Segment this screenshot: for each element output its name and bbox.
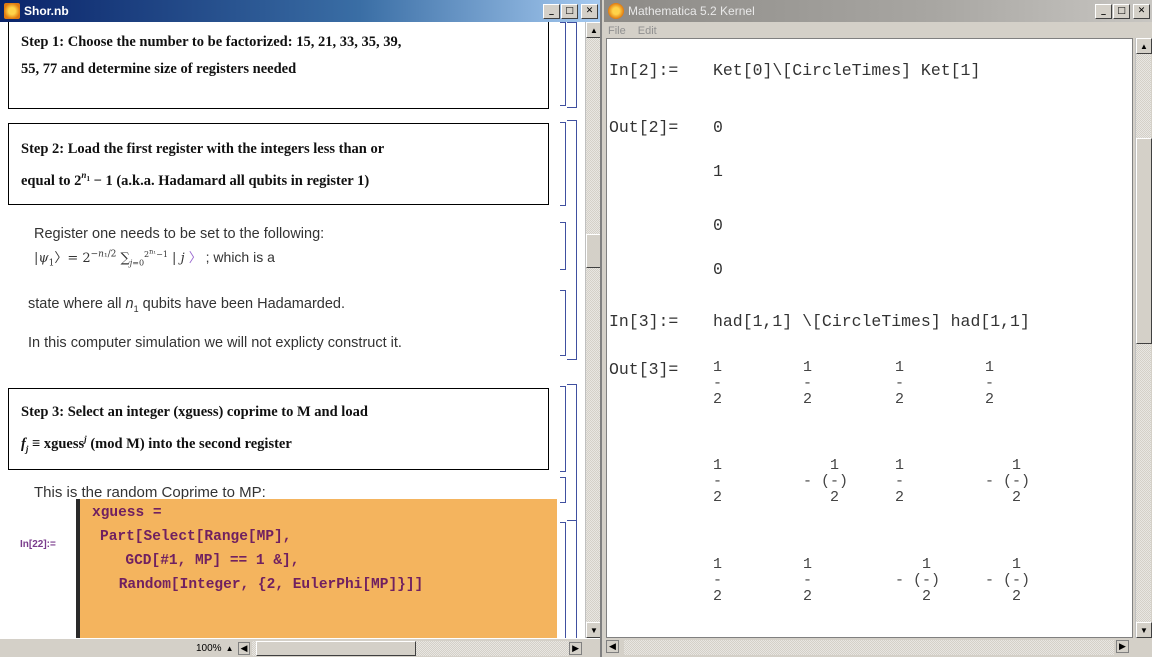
register-text-line3: state where all n1 qubits have been Hada… [28, 296, 345, 314]
mathematica-icon [4, 3, 20, 19]
code-line: Random[Integer, {2, EulerPhi[MP]}]] [110, 577, 424, 593]
kernel-title-bar[interactable]: Mathematica 5.2 Kernel _ □ ✕ [604, 0, 1152, 22]
group-bracket[interactable] [567, 22, 577, 108]
out2-value: 0 [713, 118, 723, 137]
notebook-window: Shor.nb _ □ ✕ Step 1: Choose the number … [0, 0, 602, 657]
hscroll-thumb[interactable] [256, 640, 417, 656]
cell-bracket[interactable] [560, 290, 566, 356]
mathematica-icon [608, 3, 624, 19]
out2-value: 1 [713, 162, 723, 181]
scroll-left-icon[interactable]: ◀ [606, 640, 619, 653]
matrix-entry: 1-2 [895, 457, 905, 506]
menu-file[interactable]: File [608, 25, 626, 37]
matrix-entry: 1-2 [985, 359, 995, 408]
cell-bracket[interactable] [560, 222, 566, 270]
out2-value: 0 [713, 260, 723, 279]
menu-edit[interactable]: Edit [638, 25, 657, 37]
step1-section-cell[interactable]: Step 1: Choose the number to be factoriz… [8, 22, 549, 109]
cell-bracket[interactable] [560, 522, 566, 638]
scroll-thumb[interactable] [1136, 138, 1152, 344]
zoom-control[interactable]: 100% ▲ ◀ [196, 641, 251, 655]
in2-expression: Ket[0]\[CircleTimes] Ket[1] [713, 61, 981, 80]
matrix-entry: 1-2 [713, 556, 723, 605]
step3-line1: Step 3: Select an integer (xguess) copri… [21, 404, 368, 420]
code-line: GCD[#1, MP] == 1 &], [108, 553, 300, 569]
group-bracket[interactable] [567, 120, 577, 360]
notebook-title-bar[interactable]: Shor.nb _ □ ✕ [0, 0, 600, 22]
maximize-button[interactable]: □ [1113, 3, 1130, 19]
scroll-up-button[interactable]: ▲ [1136, 38, 1152, 54]
matrix-entry: 1- (-) 2 [895, 556, 941, 605]
notebook-vertical-scrollbar[interactable]: ▲ ▼ [585, 22, 600, 638]
step2-line1: Step 2: Load the first register with the… [21, 141, 385, 157]
step2-section-cell[interactable]: Step 2: Load the first register with the… [8, 123, 549, 205]
scroll-right-icon[interactable]: ▶ [1116, 640, 1129, 653]
step1-line2: 55, 77 and determine size of registers n… [21, 61, 297, 77]
input-cell[interactable]: xguess = Part[Select[Range[MP], GCD[#1, … [76, 499, 557, 638]
register-formula-line: |ψ1〉= 2−n₁/2 ∑j=02n₁−1 | j 〉 ; which is … [34, 247, 275, 269]
register-text-line4: In this computer simulation we will not … [28, 335, 402, 351]
notebook-status-bar: 100% ▲ ◀ ▶ [0, 638, 600, 657]
minimize-button[interactable]: _ [543, 3, 560, 19]
close-button[interactable]: ✕ [1133, 3, 1150, 19]
in2-label: In[2]:= [609, 61, 679, 80]
hscroll-track[interactable] [624, 640, 1114, 655]
psi-formula: |ψ1〉= 2−n₁/2 ∑j=02n₁−1 | j 〉 [34, 247, 202, 269]
matrix-entry: 1-2 [713, 457, 723, 506]
scroll-down-button[interactable]: ▼ [1136, 622, 1152, 638]
zoom-level: 100% [196, 642, 222, 654]
scroll-down-button[interactable]: ▼ [586, 622, 600, 638]
register-text-line2: ; which is a [205, 249, 275, 265]
step3-section-cell[interactable]: Step 3: Select an integer (xguess) copri… [8, 388, 549, 470]
scroll-up-button[interactable]: ▲ [586, 22, 600, 38]
minimize-button[interactable]: _ [1095, 3, 1112, 19]
in3-expression: had[1,1] \[CircleTimes] had[1,1] [713, 312, 1030, 331]
notebook-horizontal-scrollbar[interactable] [252, 640, 570, 656]
in3-label: In[3]:= [609, 312, 679, 331]
close-button[interactable]: ✕ [581, 3, 598, 19]
kernel-output[interactable]: In[2]:= Ket[0]\[CircleTimes] Ket[1] Out[… [606, 38, 1133, 638]
scroll-left-icon[interactable]: ◀ [237, 641, 251, 655]
out2-value: 0 [713, 216, 723, 235]
out2-label: Out[2]= [609, 118, 679, 137]
matrix-entry: 1- (-) 2 [985, 457, 1031, 506]
input-label: In[22]:= [20, 539, 56, 550]
matrix-entry: 1- (-) 2 [985, 556, 1031, 605]
kernel-vertical-scrollbar[interactable]: ▲ ▼ [1135, 38, 1152, 638]
cell-bracket[interactable] [560, 122, 566, 206]
matrix-entry: 1- (-) 2 [803, 457, 849, 506]
matrix-entry: 1-2 [803, 359, 813, 408]
maximize-button[interactable]: □ [561, 3, 578, 19]
step2-line2: equal to 2n1 − 1 (a.k.a. Hadamard all qu… [21, 170, 370, 189]
matrix-entry: 1-2 [895, 359, 905, 408]
matrix-entry: 1-2 [803, 556, 813, 605]
zoom-up-icon[interactable]: ▲ [226, 644, 234, 653]
out3-label: Out[3]= [609, 360, 679, 379]
kernel-window: Mathematica 5.2 Kernel _ □ ✕ File Edit I… [604, 0, 1152, 657]
cell-bracket[interactable] [560, 386, 566, 472]
group-bracket[interactable] [567, 520, 577, 638]
step1-line1: Step 1: Choose the number to be factoriz… [21, 34, 402, 50]
scroll-thumb[interactable] [586, 234, 600, 268]
code-line: xguess = [92, 505, 162, 521]
code-line: Part[Select[Range[MP], [100, 529, 292, 545]
step3-line2: fj ≡ xguessj (mod M) into the second reg… [21, 434, 292, 454]
scroll-right-icon[interactable]: ▶ [569, 641, 582, 655]
cell-bracket[interactable] [560, 22, 566, 106]
matrix-entry: 1-2 [713, 359, 723, 408]
kernel-title: Mathematica 5.2 Kernel [628, 4, 755, 18]
cell-bracket[interactable] [560, 477, 566, 503]
register-text-line1: Register one needs to be set to the foll… [34, 226, 325, 242]
notebook-content: Step 1: Choose the number to be factoriz… [0, 22, 585, 638]
kernel-horizontal-scrollbar[interactable]: ◀ ▶ [604, 638, 1152, 657]
notebook-title: Shor.nb [24, 4, 69, 18]
kernel-menu-bar: File Edit [604, 22, 1152, 39]
